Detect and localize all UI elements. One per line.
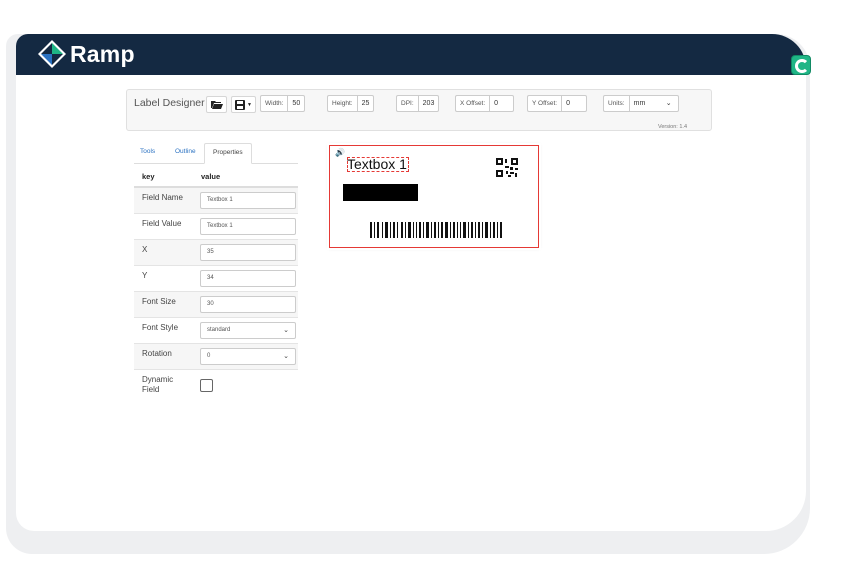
panel-tabs: Tools Outline Properties bbox=[134, 142, 298, 164]
tab-outline[interactable]: Outline bbox=[171, 144, 200, 159]
dynamic-field-key: Dynamic Field bbox=[142, 375, 174, 394]
x-offset-field: X Offset: 0 bbox=[455, 95, 515, 112]
font-size-input[interactable]: 30 bbox=[200, 296, 296, 313]
version-text: Version: 1.4 bbox=[657, 124, 687, 130]
x-key: X bbox=[142, 245, 148, 254]
height-input[interactable]: 25 bbox=[356, 95, 375, 112]
folder-open-icon bbox=[210, 101, 223, 109]
font-style-key: Font Style bbox=[142, 323, 179, 332]
dpi-field: DPI: 203 bbox=[396, 95, 440, 112]
save-icon bbox=[235, 99, 246, 110]
barcode-element[interactable] bbox=[370, 222, 502, 238]
ramp-logo-icon bbox=[38, 40, 66, 68]
font-style-value: standard bbox=[207, 327, 231, 333]
chevron-down-icon: ▼ bbox=[247, 101, 252, 108]
qr-code-icon[interactable] bbox=[496, 158, 518, 177]
logo-text: Ramp bbox=[70, 40, 135, 67]
field-name-input[interactable]: Textbox 1 bbox=[200, 192, 296, 209]
rotation-value: 0 bbox=[207, 353, 211, 359]
y-key: Y bbox=[142, 271, 148, 280]
units-label: Units: bbox=[603, 95, 629, 112]
rotation-key: Rotation bbox=[142, 349, 172, 358]
table-header: key value bbox=[134, 166, 298, 188]
chevron-down-icon: ⌄ bbox=[665, 100, 672, 107]
dpi-label: DPI: bbox=[396, 95, 418, 112]
dynamic-field-checkbox[interactable] bbox=[200, 379, 213, 392]
dpi-input[interactable]: 203 bbox=[417, 95, 440, 112]
top-bar: Ramp bbox=[16, 34, 806, 75]
table-row: Field Name Textbox 1 bbox=[134, 188, 298, 214]
rotation-select[interactable]: 0 ⌄ bbox=[200, 348, 296, 365]
table-row: Font Size 30 bbox=[134, 292, 298, 318]
y-offset-label: Y Offset: bbox=[527, 95, 562, 112]
toolbar-title: Label Designer bbox=[134, 97, 205, 109]
chevron-down-icon: ⌄ bbox=[283, 327, 289, 334]
x-offset-input[interactable]: 0 bbox=[489, 95, 515, 112]
units-value: mm bbox=[633, 100, 646, 107]
ramp-logo[interactable]: Ramp bbox=[37, 39, 135, 69]
font-size-key: Font Size bbox=[142, 297, 176, 306]
label-designer-toolbar: Label Designer ▼ Width: 50 Height: 25 DP… bbox=[126, 89, 712, 131]
table-row: Dynamic Field bbox=[134, 370, 298, 402]
width-input[interactable]: 50 bbox=[287, 95, 306, 112]
speaker-icon[interactable]: 🔊 bbox=[335, 148, 345, 157]
units-select[interactable]: mm ⌄ bbox=[628, 95, 679, 112]
width-field: Width: 50 bbox=[260, 95, 306, 112]
field-value-input[interactable]: Textbox 1 bbox=[200, 218, 296, 235]
table-row: Y 34 bbox=[134, 266, 298, 292]
black-box-element[interactable] bbox=[343, 184, 418, 201]
table-row: Rotation 0 ⌄ bbox=[134, 344, 298, 370]
font-style-select[interactable]: standard ⌄ bbox=[200, 322, 296, 339]
y-offset-input[interactable]: 0 bbox=[561, 95, 588, 112]
header-value: value bbox=[201, 172, 221, 181]
y-input[interactable]: 34 bbox=[200, 270, 296, 287]
refresh-icon bbox=[795, 59, 809, 73]
units-field: Units: mm ⌄ bbox=[603, 95, 679, 112]
x-offset-label: X Offset: bbox=[455, 95, 490, 112]
x-input[interactable]: 35 bbox=[200, 244, 296, 261]
tab-properties[interactable]: Properties bbox=[204, 143, 252, 164]
field-value-key: Field Value bbox=[142, 219, 182, 228]
table-row: X 35 bbox=[134, 240, 298, 266]
height-label: Height: bbox=[327, 95, 357, 112]
field-name-key: Field Name bbox=[142, 193, 183, 202]
sync-button[interactable] bbox=[791, 55, 811, 75]
y-offset-field: Y Offset: 0 bbox=[527, 95, 588, 112]
height-field: Height: 25 bbox=[327, 95, 375, 112]
save-dropdown-button[interactable]: ▼ bbox=[231, 96, 256, 113]
open-button[interactable] bbox=[206, 96, 227, 113]
properties-table: key value Field Name Textbox 1 Field Val… bbox=[134, 166, 298, 402]
label-canvas[interactable]: 🔊 Textbox 1 bbox=[329, 145, 539, 248]
chevron-down-icon: ⌄ bbox=[283, 353, 289, 360]
table-row: Field Value Textbox 1 bbox=[134, 214, 298, 240]
width-label: Width: bbox=[260, 95, 288, 112]
header-key: key bbox=[142, 172, 155, 181]
tab-tools[interactable]: Tools bbox=[136, 144, 159, 159]
textbox-element[interactable]: Textbox 1 bbox=[347, 157, 409, 172]
table-row: Font Style standard ⌄ bbox=[134, 318, 298, 344]
